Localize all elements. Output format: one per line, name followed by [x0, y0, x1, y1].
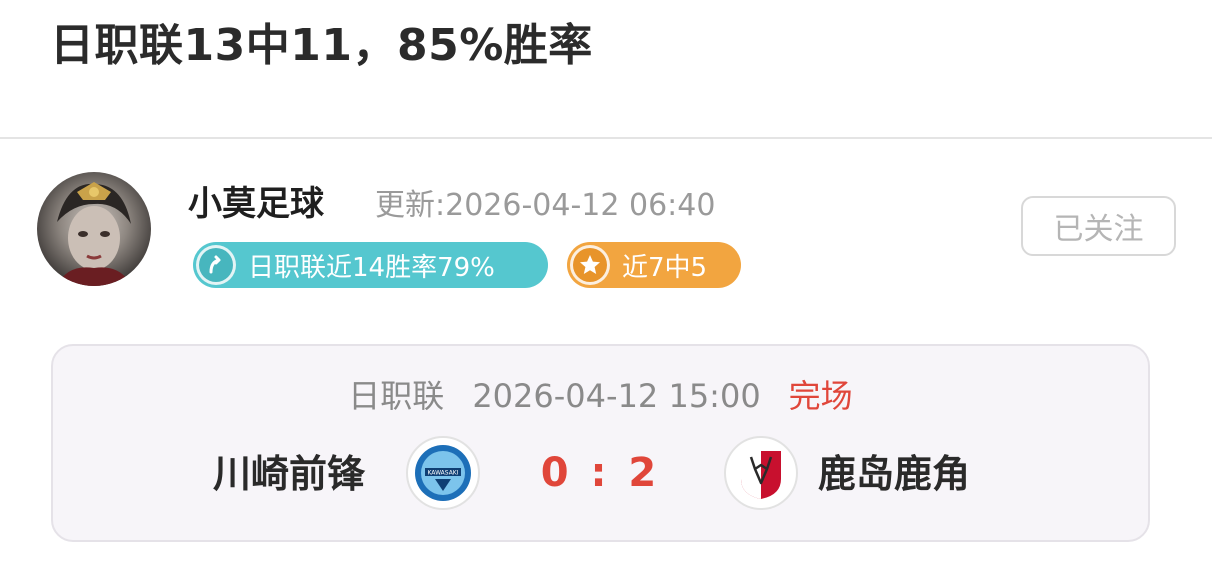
star-icon — [570, 245, 610, 285]
recent-record-badge: 近7中5 — [567, 242, 741, 288]
away-team-logo — [724, 436, 798, 510]
page-title: 日职联13中11，85%胜率 — [50, 20, 593, 71]
score: 0 : 2 — [540, 450, 661, 496]
avatar-portrait-icon — [57, 182, 131, 286]
league-name: 日职联 — [348, 377, 445, 415]
follow-button[interactable]: 已关注 — [1021, 196, 1176, 256]
match-card[interactable]: 日职联 2026-04-12 15:00 完场 川崎前锋 KAWASAKI 0 : … — [51, 344, 1150, 542]
avatar[interactable] — [37, 172, 151, 286]
kashima-crest-icon — [741, 451, 781, 499]
recent-record-badge-label: 近7中5 — [622, 252, 708, 283]
author-name[interactable]: 小莫足球 — [188, 180, 324, 228]
away-team-name: 鹿岛鹿角 — [818, 452, 971, 496]
match-datetime: 2026-04-12 15:00 — [472, 377, 761, 415]
win-rate-badge: 日职联近14胜率79% — [193, 242, 548, 288]
divider — [0, 137, 1212, 139]
match-info: 日职联 2026-04-12 15:00 完场 — [53, 374, 1148, 418]
win-rate-badge-label: 日职联近14胜率79% — [248, 252, 495, 283]
arrow-up-icon — [196, 245, 236, 285]
match-status: 完场 — [788, 377, 853, 415]
update-time: 更新:2026-04-12 06:40 — [375, 188, 716, 223]
